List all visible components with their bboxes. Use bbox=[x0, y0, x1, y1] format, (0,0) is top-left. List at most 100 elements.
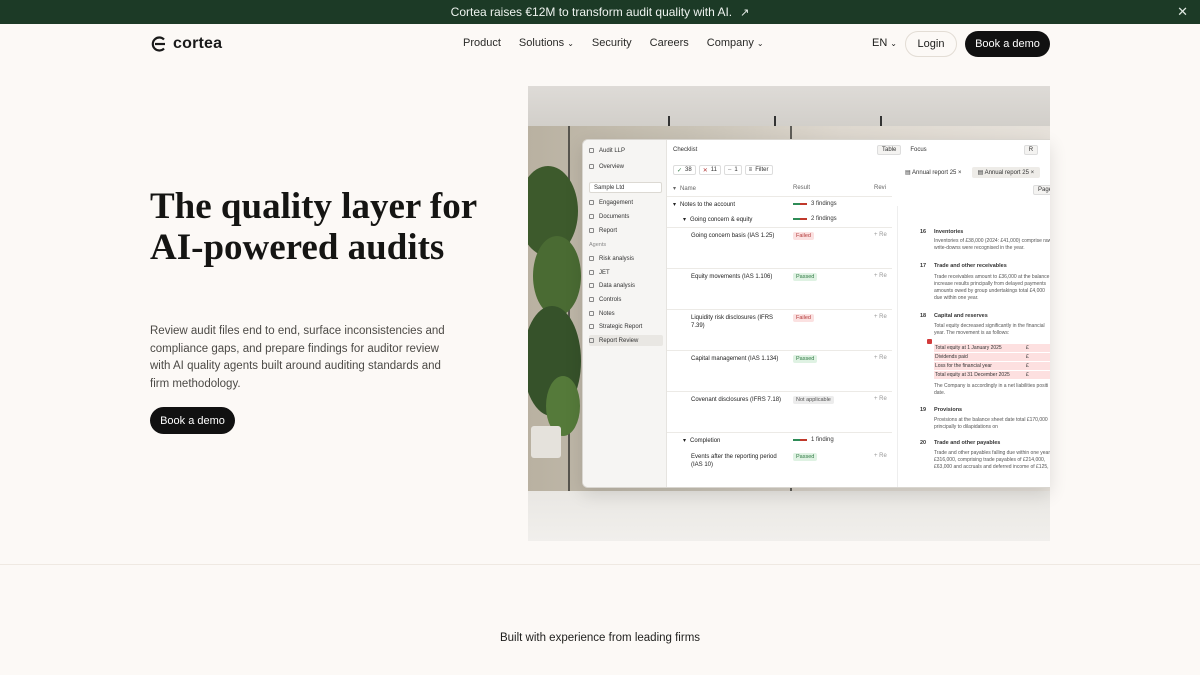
failed-count-chip[interactable]: ✕ 11 bbox=[698, 165, 721, 175]
hero-subtitle: Review audit files end to end, surface i… bbox=[150, 325, 445, 390]
group-completion[interactable]: ▾ Completion bbox=[683, 437, 720, 445]
page-button[interactable]: Page bbox=[1033, 185, 1050, 195]
passed-count-chip[interactable]: ✓ 38 bbox=[673, 165, 696, 175]
sidebar-label: Risk analysis bbox=[599, 255, 635, 262]
sidebar-item-notes[interactable]: Notes bbox=[589, 308, 663, 319]
status-badge-failed: Failed bbox=[793, 232, 814, 240]
check-row-name[interactable]: Equity movements (IAS 1.106) bbox=[691, 273, 786, 281]
group-notes[interactable]: ▾ Notes to the account bbox=[673, 201, 735, 209]
col-header-result[interactable]: Result bbox=[793, 185, 810, 191]
chevron-down-icon: ⌄ bbox=[567, 38, 574, 48]
highlighted-line[interactable]: Total equity at 1 January 2025 £ bbox=[934, 344, 1050, 352]
check-row-name[interactable]: Capital management (IAS 1.134) bbox=[691, 355, 786, 363]
group-findings: 3 findings bbox=[793, 201, 837, 207]
group-findings: 2 findings bbox=[793, 216, 837, 222]
view-toolbar: Table Focus R bbox=[877, 145, 1042, 155]
col-header-review[interactable]: Revi bbox=[874, 185, 886, 191]
findings-label: 3 findings bbox=[811, 201, 837, 207]
sidebar-label: Report Review bbox=[599, 337, 639, 344]
sidebar-item-strategic-report[interactable]: Strategic Report bbox=[589, 321, 663, 332]
section-number: 16 bbox=[920, 229, 927, 235]
tab-annual-report-active[interactable]: ▤ Annual report 25 × bbox=[971, 167, 1041, 178]
add-review-button[interactable]: + Re bbox=[874, 232, 887, 238]
add-review-button[interactable]: + Re bbox=[874, 314, 887, 320]
na-count-chip[interactable]: –1 bbox=[723, 165, 742, 175]
nav-item-security[interactable]: Security bbox=[592, 37, 632, 49]
report-icon bbox=[589, 228, 594, 233]
close-icon[interactable]: × bbox=[1029, 170, 1035, 176]
highlighted-line[interactable]: Total equity at 31 December 2025 £ bbox=[934, 371, 1050, 379]
add-review-button[interactable]: + Re bbox=[874, 396, 887, 402]
highlight-label: Total equity at 31 December 2025 bbox=[935, 372, 1010, 378]
agent-icon bbox=[589, 256, 594, 261]
section-title: Trade and other receivables bbox=[934, 263, 1007, 269]
nav-item-company[interactable]: Company ⌄ bbox=[707, 37, 764, 49]
nav-label: Careers bbox=[649, 37, 689, 49]
nav-item-solutions[interactable]: Solutions ⌄ bbox=[519, 37, 574, 49]
check-row-name[interactable]: Covenant disclosures (IFRS 7.18) bbox=[691, 396, 786, 404]
document-icon bbox=[589, 214, 594, 219]
filter-button[interactable]: ≡ Filter bbox=[744, 165, 773, 175]
flag-icon[interactable] bbox=[927, 339, 932, 344]
language-selector[interactable]: EN ⌄ bbox=[872, 37, 897, 49]
login-button[interactable]: Login bbox=[905, 31, 957, 57]
floor bbox=[528, 491, 1050, 541]
sidebar-label: Notes bbox=[599, 310, 615, 317]
col-header-name[interactable]: ▾ Name bbox=[673, 185, 696, 192]
agent-icon bbox=[589, 311, 594, 316]
add-review-button[interactable]: + Re bbox=[874, 273, 887, 279]
nav-label: Security bbox=[591, 37, 632, 49]
sidebar-item-overview[interactable]: Overview bbox=[589, 161, 663, 172]
agent-icon bbox=[589, 324, 594, 329]
check-row-name[interactable]: Liquidity risk disclosures (IFRS 7.39) bbox=[691, 314, 786, 330]
toolbar-r-button[interactable]: R bbox=[1023, 145, 1039, 155]
highlight-label: Dividends paid bbox=[935, 354, 968, 360]
close-icon[interactable]: × bbox=[956, 170, 962, 176]
divider bbox=[667, 268, 892, 269]
logo[interactable]: cortea bbox=[150, 35, 222, 53]
table-view-button[interactable]: Table bbox=[877, 145, 902, 155]
group-label: Notes to the account bbox=[680, 202, 736, 208]
announcement-banner[interactable]: Cortea raises €12M to transform audit qu… bbox=[0, 0, 1200, 24]
findings-line bbox=[793, 218, 807, 220]
book-demo-button[interactable]: Book a demo bbox=[965, 31, 1050, 57]
check-row-name[interactable]: Going concern basis (IAS 1.25) bbox=[691, 232, 786, 240]
nav-item-product[interactable]: Product bbox=[463, 37, 501, 49]
group-findings: 1 finding bbox=[793, 437, 834, 443]
check-row-name[interactable]: Events after the reporting period (IAS 1… bbox=[691, 453, 786, 469]
sidebar-item-jet[interactable]: JET bbox=[589, 267, 663, 278]
sidebar-item-documents[interactable]: Documents bbox=[589, 211, 663, 222]
tab-label: Annual report 25 bbox=[984, 170, 1029, 176]
banner-text[interactable]: Cortea raises €12M to transform audit qu… bbox=[451, 5, 732, 19]
sidebar-label: Strategic Report bbox=[599, 323, 643, 330]
add-review-button[interactable]: + Re bbox=[874, 453, 887, 459]
client-selector[interactable]: Sample Ltd bbox=[589, 182, 662, 193]
hero-book-demo-button[interactable]: Book a demo bbox=[150, 407, 235, 434]
tab-label: Annual report 25 bbox=[912, 170, 957, 176]
workspace-label: Audit LLP bbox=[599, 147, 626, 154]
group-going-concern[interactable]: ▾ Going concern & equity bbox=[683, 216, 752, 224]
sidebar-item-controls[interactable]: Controls bbox=[589, 294, 663, 305]
add-review-button[interactable]: + Re bbox=[874, 355, 887, 361]
sidebar-label: Documents bbox=[599, 213, 630, 220]
group-label: Going concern & equity bbox=[690, 217, 753, 223]
focus-view-button[interactable]: Focus bbox=[905, 145, 932, 155]
sidebar-item-report[interactable]: Report bbox=[589, 225, 663, 236]
highlighted-line[interactable]: Dividends paid £ bbox=[934, 353, 1050, 361]
section-number: 17 bbox=[920, 263, 927, 269]
section-text: Trade and other payables falling due wit… bbox=[934, 450, 1050, 470]
tab-annual-report[interactable]: ▤ Annual report 25 × bbox=[899, 167, 968, 178]
document-icon: ▤ bbox=[905, 170, 913, 176]
na-count: 1 bbox=[734, 167, 738, 173]
sidebar-item-risk-analysis[interactable]: Risk analysis bbox=[589, 253, 663, 264]
nav-label: Product bbox=[463, 37, 501, 49]
sidebar-item-report-review[interactable]: Report Review bbox=[589, 335, 663, 346]
document-icon: ▤ bbox=[977, 170, 985, 176]
close-icon[interactable]: ✕ bbox=[1177, 4, 1188, 20]
highlighted-line[interactable]: Loss for the financial year £ bbox=[934, 362, 1050, 370]
nav-item-careers[interactable]: Careers bbox=[650, 37, 689, 49]
workspace-switcher[interactable]: Audit LLP bbox=[589, 145, 663, 156]
sidebar-item-engagement[interactable]: Engagement bbox=[589, 197, 663, 208]
sidebar-item-data-analysis[interactable]: Data analysis bbox=[589, 280, 663, 291]
sidebar-label: Report bbox=[599, 227, 618, 234]
